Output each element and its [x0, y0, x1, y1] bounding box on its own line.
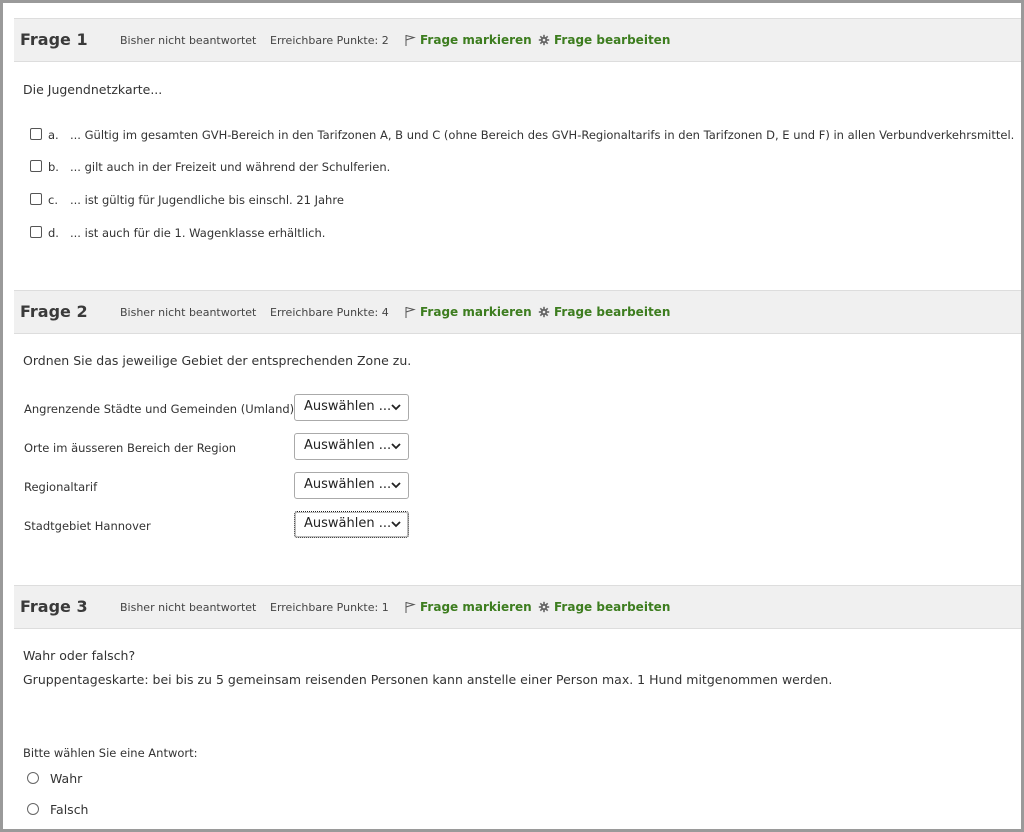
match-select-3[interactable]: Auswählen ...: [294, 472, 409, 499]
question-state: Bisher nicht beantwortet: [120, 306, 257, 319]
edit-question-link[interactable]: Frage bearbeiten: [538, 600, 670, 614]
radio-true[interactable]: [27, 772, 39, 784]
flag-icon: [405, 602, 416, 613]
flag-label: Frage markieren: [420, 600, 532, 614]
select-value: Auswählen ...: [304, 477, 392, 492]
flag-label: Frage markieren: [420, 33, 532, 47]
option-b-text: ... gilt auch in der Freizeit und währen…: [70, 160, 391, 174]
chevron-down-icon: [391, 521, 401, 528]
gear-icon: [538, 601, 550, 613]
question-points: Erreichbare Punkte: 1: [270, 601, 389, 614]
flag-question-link[interactable]: Frage markieren: [404, 33, 532, 47]
question-1-header: Frage 1 Bisher nicht beantwortet Erreich…: [14, 18, 1021, 62]
question-3-prompt-line1: Wahr oder falsch?: [23, 648, 136, 663]
match-label-2: Orte im äusseren Bereich der Region: [24, 441, 237, 455]
option-d-checkbox[interactable]: [30, 226, 42, 238]
answer-instruction: Bitte wählen Sie eine Antwort:: [23, 746, 198, 760]
question-3-header: Frage 3 Bisher nicht beantwortet Erreich…: [14, 585, 1021, 629]
edit-label: Frage bearbeiten: [554, 600, 671, 614]
match-label-3: Regionaltarif: [24, 480, 98, 494]
chevron-down-icon: [391, 443, 401, 450]
chevron-down-icon: [391, 482, 401, 489]
choice-false-label: Falsch: [50, 802, 89, 817]
option-c-text: ... ist gültig für Jugendliche bis einsc…: [70, 193, 344, 207]
question-title: Frage 1: [20, 30, 88, 49]
question-2-prompt: Ordnen Sie das jeweilige Gebiet der ents…: [23, 353, 412, 368]
choice-true-label: Wahr: [50, 771, 83, 786]
match-select-2[interactable]: Auswählen ...: [294, 433, 409, 460]
flag-icon: [405, 307, 416, 318]
question-state: Bisher nicht beantwortet: [120, 34, 257, 47]
question-1-prompt: Die Jugendnetzkarte...: [23, 82, 163, 97]
edit-question-link[interactable]: Frage bearbeiten: [538, 305, 670, 319]
gear-icon: [538, 306, 550, 318]
radio-false[interactable]: [27, 803, 39, 815]
option-b-checkbox[interactable]: [30, 160, 42, 172]
option-a-text: ... Gültig im gesamten GVH-Bereich in de…: [70, 128, 1015, 142]
question-3-prompt-line2: Gruppentageskarte: bei bis zu 5 gemeinsa…: [23, 672, 833, 687]
question-title: Frage 2: [20, 302, 88, 321]
match-select-1[interactable]: Auswählen ...: [294, 394, 409, 421]
chevron-down-icon: [391, 404, 401, 411]
match-label-4: Stadtgebiet Hannover: [24, 519, 151, 533]
question-2-header: Frage 2 Bisher nicht beantwortet Erreich…: [14, 290, 1021, 334]
option-c-checkbox[interactable]: [30, 193, 42, 205]
option-d-letter: d.: [48, 226, 59, 240]
question-title: Frage 3: [20, 597, 88, 616]
option-d-text: ... ist auch für die 1. Wagenklasse erhä…: [70, 226, 326, 240]
question-state: Bisher nicht beantwortet: [120, 601, 257, 614]
edit-label: Frage bearbeiten: [554, 33, 671, 47]
option-b-letter: b.: [48, 160, 59, 174]
option-c-letter: c.: [48, 193, 58, 207]
select-value: Auswählen ...: [304, 438, 392, 453]
flag-question-link[interactable]: Frage markieren: [404, 305, 532, 319]
match-select-4[interactable]: Auswählen ...: [294, 511, 409, 538]
quiz-frame: [0, 0, 1024, 832]
select-value: Auswählen ...: [304, 399, 392, 414]
flag-question-link[interactable]: Frage markieren: [404, 600, 532, 614]
select-value: Auswählen ...: [304, 516, 392, 531]
edit-label: Frage bearbeiten: [554, 305, 671, 319]
question-points: Erreichbare Punkte: 2: [270, 34, 389, 47]
question-points: Erreichbare Punkte: 4: [270, 306, 389, 319]
option-a-checkbox[interactable]: [30, 128, 42, 140]
flag-label: Frage markieren: [420, 305, 532, 319]
option-a-letter: a.: [48, 128, 59, 142]
match-label-1: Angrenzende Städte und Gemeinden (Umland…: [24, 402, 295, 416]
edit-question-link[interactable]: Frage bearbeiten: [538, 33, 670, 47]
flag-icon: [405, 35, 416, 46]
gear-icon: [538, 34, 550, 46]
